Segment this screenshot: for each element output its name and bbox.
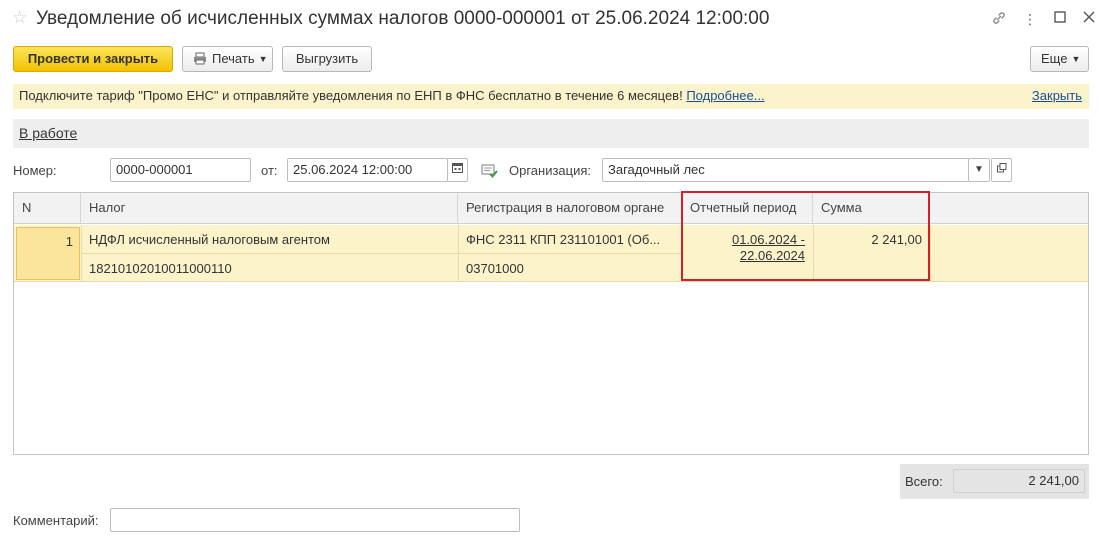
total-value: 2 241,00 (953, 469, 1085, 493)
printer-icon (193, 49, 207, 73)
comment-field[interactable] (110, 508, 520, 532)
row-subdivider (458, 253, 682, 254)
chevron-down-icon: ▼ (1071, 54, 1081, 64)
promo-text: Подключите тариф "Промо ЕНС" и отправляй… (19, 88, 683, 103)
print-label: Печать (212, 51, 255, 66)
document-check-icon[interactable] (481, 163, 499, 179)
close-icon[interactable] (1080, 10, 1098, 28)
post-and-close-button[interactable]: Провести и закрыть (13, 46, 173, 72)
promo-text-wrap: Подключите тариф "Промо ЕНС" и отправляй… (19, 88, 765, 103)
highlight-frame (681, 191, 930, 281)
date-label: от: (261, 163, 278, 178)
row-number-cell[interactable]: 1 (16, 227, 80, 280)
export-label: Выгрузить (295, 51, 359, 66)
number-field[interactable]: 0000-000001 (110, 158, 251, 182)
row-number: 1 (65, 234, 73, 249)
column-header-n[interactable]: N (14, 193, 81, 224)
organization-dropdown-icon[interactable]: ▼ (968, 158, 990, 182)
window-title: Уведомление об исчисленных суммах налого… (36, 8, 770, 29)
status-bar: В работе (13, 119, 1089, 148)
total-label: Всего: (905, 474, 943, 489)
kbk-cell[interactable]: 18210102010011000110 (89, 261, 454, 276)
more-actions-button[interactable]: Еще ▼ (1030, 46, 1089, 72)
maximize-icon[interactable] (1051, 10, 1069, 28)
number-label: Номер: (13, 163, 57, 178)
promo-close-link[interactable]: Закрыть (1032, 88, 1082, 103)
open-organization-icon[interactable] (991, 158, 1012, 182)
oktmo-cell[interactable]: 03701000 (466, 261, 678, 276)
organization-field[interactable]: Загадочный лес (602, 158, 969, 182)
totals-panel: Всего: 2 241,00 (900, 464, 1089, 499)
status-link[interactable]: В работе (19, 125, 77, 141)
column-divider (930, 225, 931, 282)
promo-more-link[interactable]: Подробнее... (686, 88, 764, 103)
print-button[interactable]: Печать ▼ (182, 46, 273, 72)
more-actions-label: Еще (1041, 51, 1068, 66)
more-icon[interactable]: ⋮ (1021, 10, 1039, 28)
chevron-down-icon: ▼ (258, 54, 268, 64)
promo-infobar: Подключите тариф "Промо ЕНС" и отправляй… (13, 84, 1089, 109)
export-button[interactable]: Выгрузить (282, 46, 372, 72)
favorite-star-icon[interactable]: ☆ (12, 9, 30, 27)
comment-label: Комментарий: (13, 513, 99, 528)
calendar-icon[interactable] (447, 158, 468, 182)
column-header-registration[interactable]: Регистрация в налоговом органе (458, 193, 682, 224)
link-icon[interactable] (990, 10, 1008, 28)
tax-name-cell[interactable]: НДФЛ исчисленный налоговым агентом (89, 232, 454, 247)
column-header-tax[interactable]: Налог (81, 193, 458, 224)
registration-cell[interactable]: ФНС 2311 КПП 231101001 (Об... (466, 232, 678, 247)
row-subdivider (81, 253, 458, 254)
date-field[interactable]: 25.06.2024 12:00:00 (287, 158, 448, 182)
post-and-close-label: Провести и закрыть (27, 51, 159, 66)
organization-label: Организация: (509, 163, 592, 178)
